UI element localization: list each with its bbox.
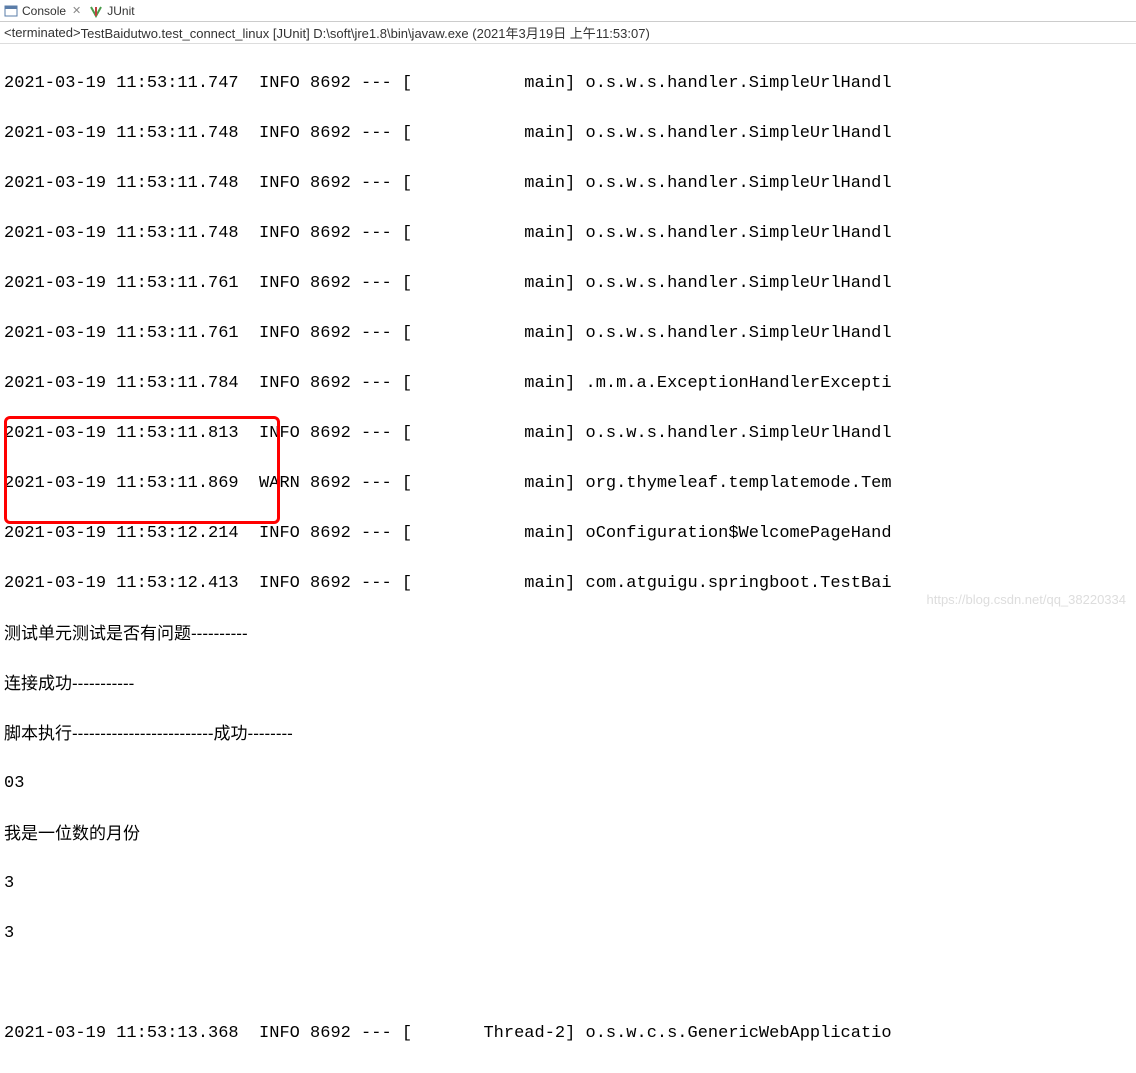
log-line: 2021-03-19 11:53:11.747 INFO 8692 --- [ … <box>4 71 1132 96</box>
output-value: 3 <box>4 921 1132 946</box>
output-month-msg: 我是一位数的月份 <box>4 821 1132 846</box>
console-icon <box>4 4 18 18</box>
tab-bar: Console ✕ JUnit <box>0 0 1136 22</box>
junit-icon <box>89 4 103 18</box>
message-script: 脚本执行-------------------------成功-------- <box>4 721 1132 746</box>
header-text: TestBaidutwo.test_connect_linux [JUnit] … <box>81 23 650 42</box>
output-value: 3 <box>4 871 1132 896</box>
log-line: 2021-03-19 11:53:12.214 INFO 8692 --- [ … <box>4 521 1132 546</box>
log-line: 2021-03-19 11:53:11.813 INFO 8692 --- [ … <box>4 421 1132 446</box>
close-icon[interactable]: ✕ <box>72 4 81 17</box>
tab-junit[interactable]: JUnit <box>89 4 134 18</box>
output-value: 03 <box>4 771 1132 796</box>
console-header: <terminated> TestBaidutwo.test_connect_l… <box>0 22 1136 44</box>
tab-console[interactable]: Console ✕ <box>4 4 81 18</box>
log-line: 2021-03-19 11:53:11.761 INFO 8692 --- [ … <box>4 321 1132 346</box>
log-line: 2021-03-19 11:53:11.748 INFO 8692 --- [ … <box>4 171 1132 196</box>
message-test: 测试单元测试是否有问题---------- <box>4 621 1132 646</box>
console-output[interactable]: 2021-03-19 11:53:11.747 INFO 8692 --- [ … <box>0 44 1136 1073</box>
log-line: 2021-03-19 11:53:11.761 INFO 8692 --- [ … <box>4 271 1132 296</box>
tab-junit-label: JUnit <box>107 4 134 18</box>
log-line: 2021-03-19 11:53:11.784 INFO 8692 --- [ … <box>4 371 1132 396</box>
log-line: 2021-03-19 11:53:13.368 INFO 8692 --- [ … <box>4 1021 1132 1046</box>
tab-console-label: Console <box>22 4 66 18</box>
output-blank <box>4 971 1132 996</box>
log-line: 2021-03-19 11:53:11.748 INFO 8692 --- [ … <box>4 221 1132 246</box>
log-line: 2021-03-19 11:53:11.748 INFO 8692 --- [ … <box>4 121 1132 146</box>
message-connect: 连接成功----------- <box>4 671 1132 696</box>
watermark: https://blog.csdn.net/qq_38220334 <box>927 592 1127 607</box>
log-line: 2021-03-19 11:53:11.869 WARN 8692 --- [ … <box>4 471 1132 496</box>
terminated-status: <terminated> <box>4 25 81 40</box>
